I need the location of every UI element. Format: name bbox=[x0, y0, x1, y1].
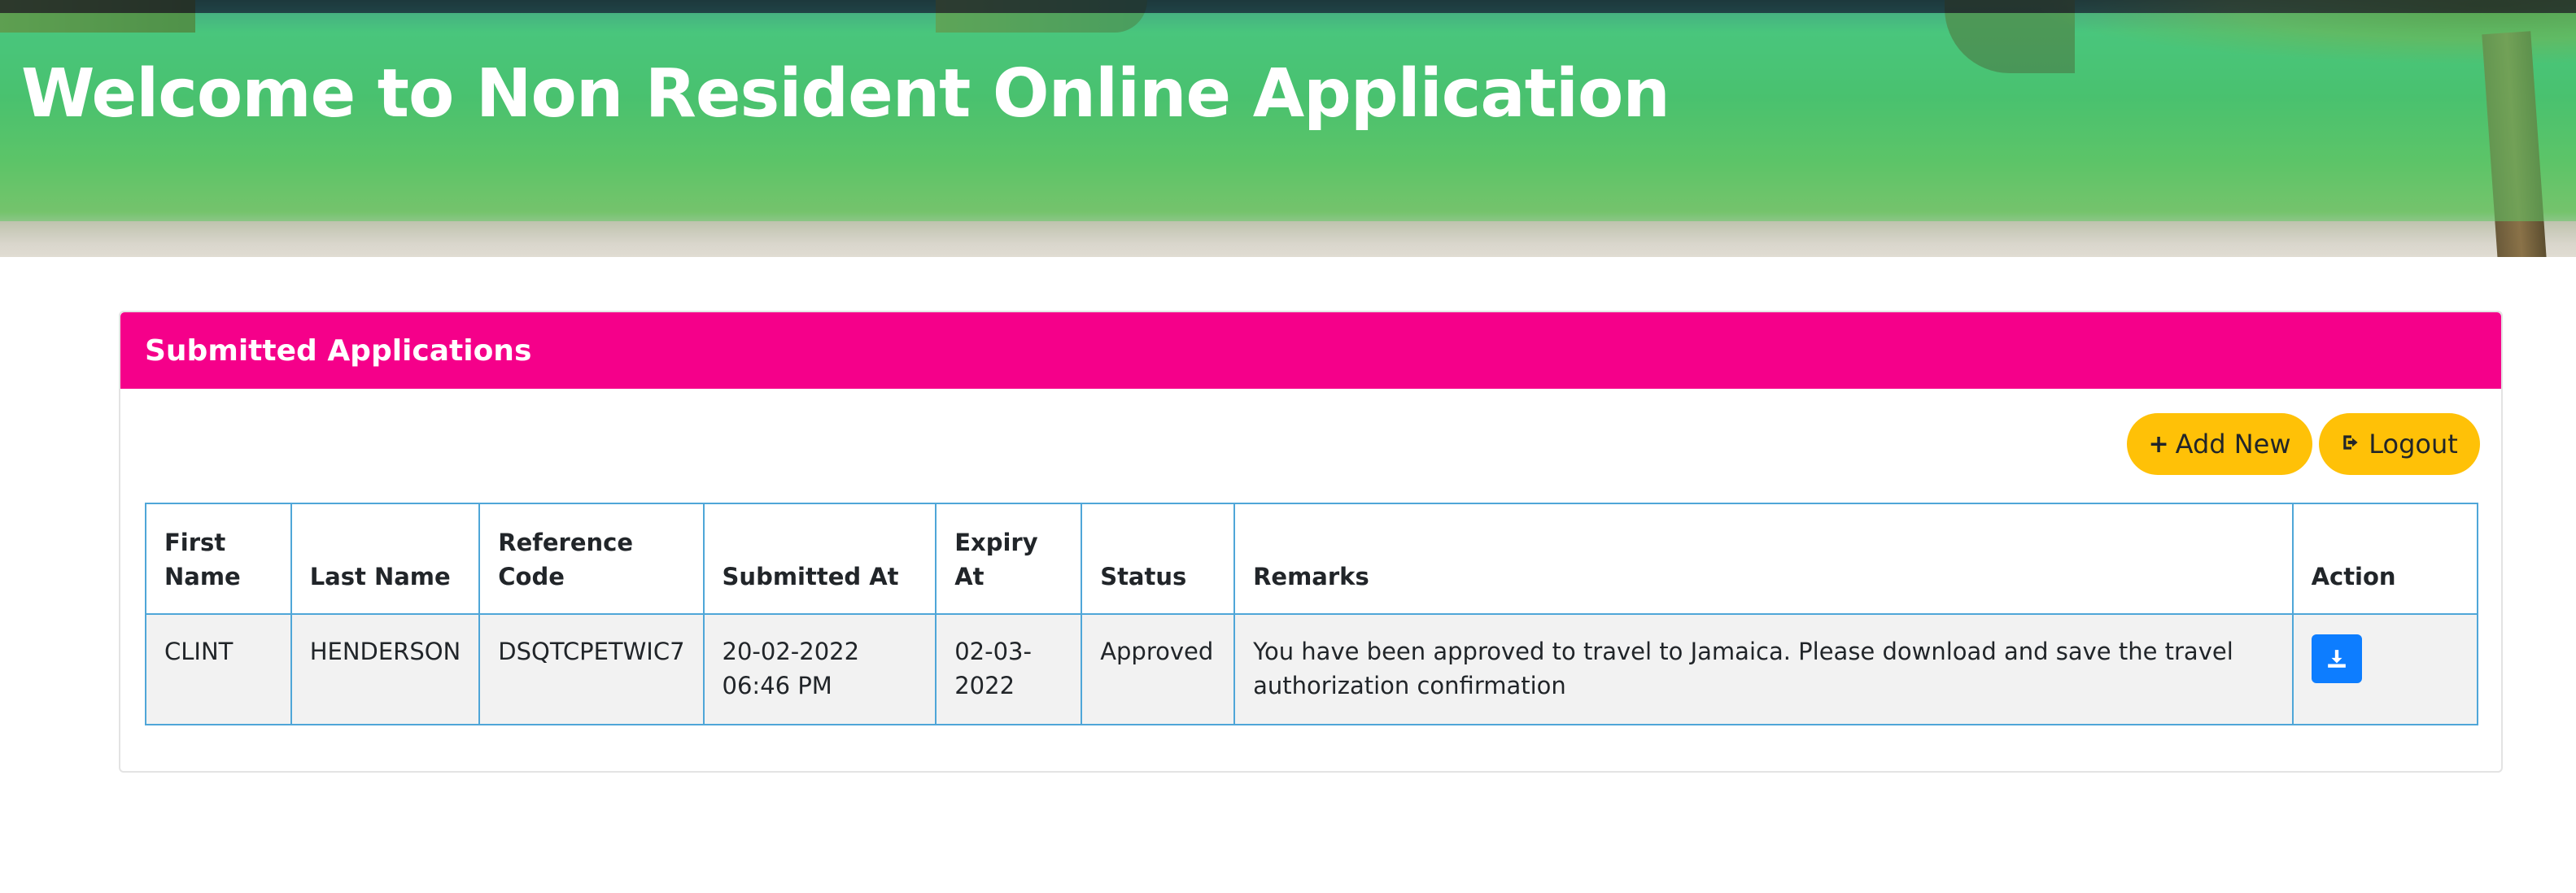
card-header: Submitted Applications bbox=[120, 312, 2501, 389]
logout-button[interactable]: Logout bbox=[2319, 413, 2480, 475]
download-button[interactable] bbox=[2311, 634, 2362, 683]
cell-status: Approved bbox=[1081, 613, 1236, 725]
logout-icon bbox=[2341, 429, 2362, 460]
header-submitted-at: Submitted At bbox=[702, 503, 937, 615]
hero-banner: Welcome to Non Resident Online Applicati… bbox=[0, 0, 2576, 257]
header-last-name: Last Name bbox=[290, 503, 481, 615]
applications-table: First Name Last Name Reference Code Subm… bbox=[145, 503, 2479, 725]
card-title: Submitted Applications bbox=[145, 333, 532, 368]
header-reference-code: Reference Code bbox=[478, 503, 705, 615]
logout-label: Logout bbox=[2369, 429, 2458, 460]
cell-expiry-at: 02-03-2022 bbox=[935, 613, 1083, 725]
download-icon bbox=[2327, 650, 2346, 668]
table-header-row: First Name Last Name Reference Code Subm… bbox=[145, 503, 2479, 615]
hero-topbar bbox=[0, 0, 2576, 13]
header-remarks: Remarks bbox=[1233, 503, 2294, 615]
header-expiry-at: Expiry At bbox=[935, 503, 1083, 615]
header-status: Status bbox=[1081, 503, 1236, 615]
cell-submitted-at: 20-02-2022 06:46 PM bbox=[702, 613, 937, 725]
header-first-name: First Name bbox=[145, 503, 292, 615]
cell-action bbox=[2291, 613, 2479, 725]
cell-remarks: You have been approved to travel to Jama… bbox=[1233, 613, 2294, 725]
add-new-label: Add New bbox=[2175, 429, 2291, 460]
plus-icon: + bbox=[2148, 429, 2169, 459]
add-new-button[interactable]: + Add New bbox=[2127, 413, 2312, 475]
cell-last-name: HENDERSON bbox=[290, 613, 481, 725]
cell-reference-code: DSQTCPETWIC7 bbox=[478, 613, 705, 725]
header-action: Action bbox=[2291, 503, 2479, 615]
submitted-applications-card: Submitted Applications + Add New Logout … bbox=[119, 311, 2503, 773]
cell-first-name: CLINT bbox=[145, 613, 292, 725]
page-title: Welcome to Non Resident Online Applicati… bbox=[21, 55, 1670, 133]
table-row: CLINT HENDERSON DSQTCPETWIC7 20-02-2022 … bbox=[145, 613, 2479, 725]
